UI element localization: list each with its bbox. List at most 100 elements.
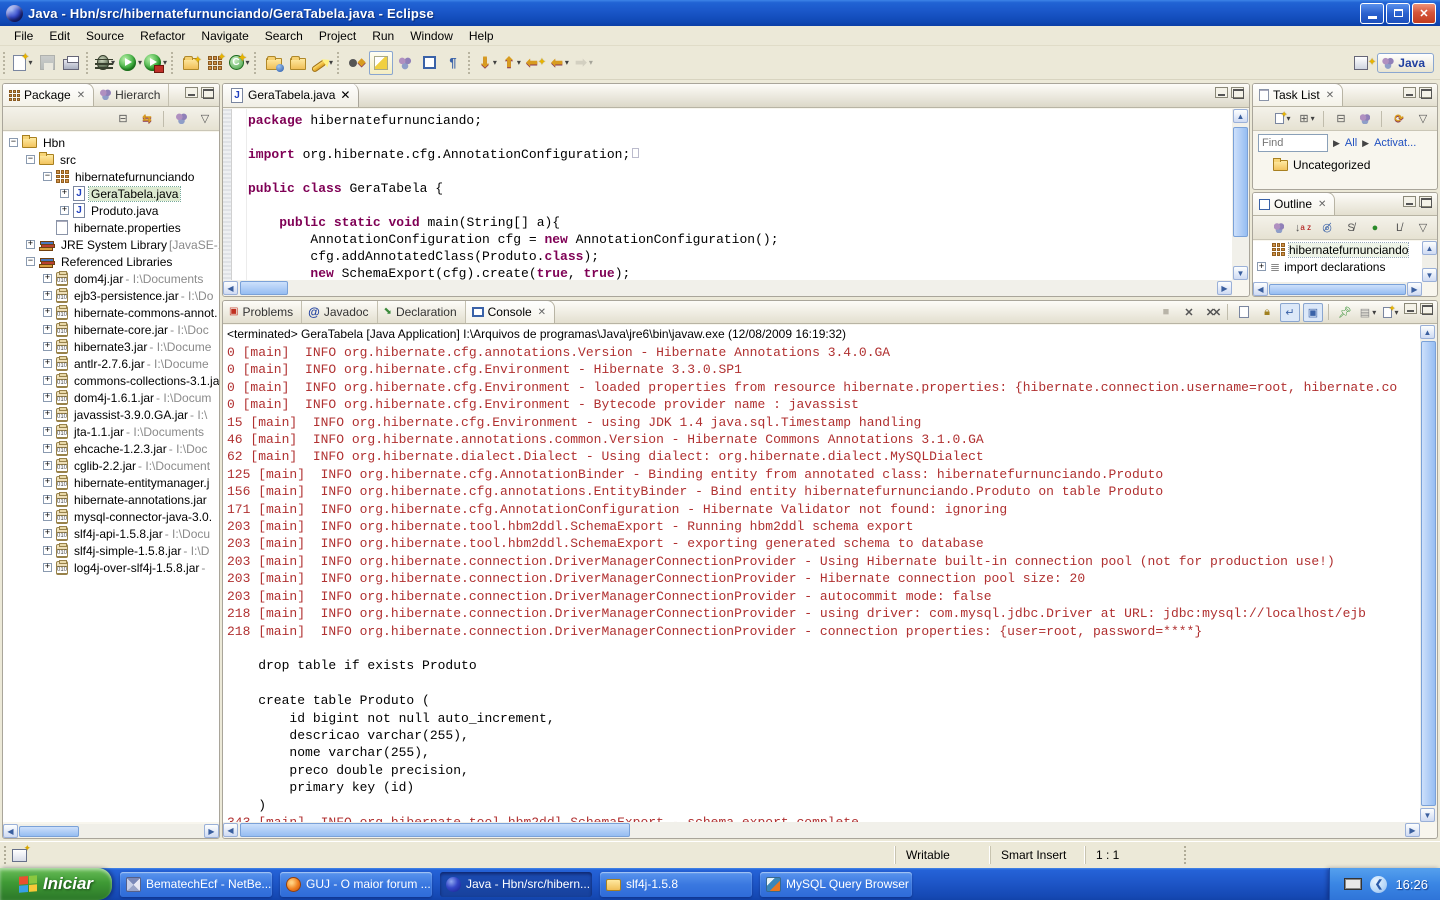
menu-project[interactable]: Project: [311, 27, 364, 45]
remove-launch-button[interactable]: ✕: [1179, 303, 1199, 322]
code-editor[interactable]: package hibernatefurnunciando;+import or…: [247, 109, 1249, 280]
tasklist-menu-button[interactable]: ▽: [1413, 109, 1433, 128]
minimize-outline-button[interactable]: [1403, 196, 1416, 207]
last-edit-arrow-button[interactable]: ⬅✦: [524, 51, 548, 75]
open-type-button[interactable]: [262, 51, 286, 75]
hide-fields-button[interactable]: ◎̸: [1317, 218, 1337, 237]
view-menu-button[interactable]: ▽: [195, 109, 215, 128]
expand-icon[interactable]: +: [1257, 262, 1266, 271]
java-perspective-button[interactable]: Java: [1377, 53, 1434, 73]
expand-icon[interactable]: +: [43, 410, 52, 419]
tree-item-ehcache-1-2-3-jar[interactable]: +ehcache-1.2.3.jar - I:\Doc: [3, 440, 219, 457]
maximize-view-button[interactable]: [201, 87, 214, 98]
start-button[interactable]: Iniciar: [0, 868, 112, 900]
outline-item-hibernatefurnunciando[interactable]: hibernatefurnunciando: [1253, 241, 1422, 258]
next-annotation-button[interactable]: ⬇▾: [476, 51, 500, 75]
tree-item-dom4j-jar[interactable]: +dom4j.jar - I:\Documents: [3, 270, 219, 287]
restore-button[interactable]: [1386, 3, 1410, 24]
expand-icon[interactable]: +: [43, 308, 52, 317]
terminate-button[interactable]: ■: [1156, 303, 1176, 322]
new-task-button[interactable]: ✦▾: [1273, 109, 1293, 128]
tab-javadoc[interactable]: @ Javadoc: [302, 300, 377, 323]
collapse-tasks-button[interactable]: ⊟: [1331, 109, 1351, 128]
clear-console-button[interactable]: [1234, 303, 1254, 322]
expand-icon[interactable]: +: [43, 393, 52, 402]
expand-icon[interactable]: +: [43, 291, 52, 300]
show-on-output-button[interactable]: ▣: [1303, 303, 1323, 322]
remove-all-terminated-button[interactable]: ✕✕: [1202, 303, 1222, 322]
hide-nonpublic-button[interactable]: ●: [1365, 218, 1385, 237]
mark-occurrences-button[interactable]: [369, 51, 393, 75]
collapse-icon[interactable]: −: [43, 172, 52, 181]
menu-run[interactable]: Run: [364, 27, 402, 45]
minimize-view-button[interactable]: [185, 87, 198, 98]
print-button[interactable]: [59, 51, 83, 75]
expand-icon[interactable]: +: [43, 274, 52, 283]
maximize-outline-button[interactable]: [1419, 196, 1432, 207]
expand-icon[interactable]: +: [43, 359, 52, 368]
taskbar-button-mysql[interactable]: MySQL Query Browser: [760, 872, 912, 897]
synchronize-button[interactable]: ⟳: [1389, 109, 1409, 128]
search-button[interactable]: ▾: [310, 51, 334, 75]
outline-item-import-declarations[interactable]: +≣import declarations: [1253, 258, 1422, 275]
keyboard-layout-icon[interactable]: [1344, 878, 1362, 890]
expand-icon[interactable]: +: [43, 427, 52, 436]
close-tab-icon[interactable]: ✕: [340, 88, 350, 102]
sort-button[interactable]: ↓a z: [1293, 218, 1313, 237]
tree-item-hibernate-entitymanager-j[interactable]: +hibernate-entitymanager.j: [3, 474, 219, 491]
last-edit-location-button[interactable]: ◆: [345, 51, 369, 75]
open-console-button[interactable]: ✦▾: [1381, 303, 1401, 322]
menu-refactor[interactable]: Refactor: [132, 27, 193, 45]
previous-annotation-button[interactable]: ⬆▾: [500, 51, 524, 75]
taskbar-button-firefox[interactable]: GUJ - O maior forum ...: [280, 872, 432, 897]
tree-item-antlr-2-7-6-jar[interactable]: +antlr-2.7.6.jar - I:\Docume: [3, 355, 219, 372]
expand-icon[interactable]: +: [43, 342, 52, 351]
run-external-tools-button[interactable]: ▾: [143, 51, 168, 75]
console-body[interactable]: <terminated> GeraTabela [Java Applicatio…: [223, 325, 1420, 822]
next-annotation-nav-button[interactable]: [393, 51, 417, 75]
tree-item-slf4j-simple-1-5-8-jar[interactable]: +slf4j-simple-1.5.8.jar - I:\D: [3, 542, 219, 559]
tree-item-commons-collections-3-1-ja[interactable]: +commons-collections-3.1.ja: [3, 372, 219, 389]
minimize-console-button[interactable]: [1404, 303, 1417, 314]
tree-item-dom4j-1-6-1-jar[interactable]: +dom4j-1.6.1.jar - I:\Docum: [3, 389, 219, 406]
expand-icon[interactable]: +: [43, 563, 52, 572]
tab-task-list[interactable]: Task List✕: [1253, 83, 1343, 106]
tree-item-hibernate-annotations-jar[interactable]: +hibernate-annotations.jar: [3, 491, 219, 508]
editor-vscrollbar[interactable]: ▲ ▼: [1232, 109, 1249, 280]
expand-icon[interactable]: +: [43, 325, 52, 334]
tree-item-cglib-2-2-jar[interactable]: +cglib-2.2.jar - I:\Document: [3, 457, 219, 474]
expand-icon[interactable]: +: [60, 206, 69, 215]
tree-item-produto-java[interactable]: +JProduto.java: [3, 202, 219, 219]
new-java-project-button[interactable]: ✦: [179, 51, 203, 75]
scope-activate-link[interactable]: Activat...: [1374, 137, 1416, 149]
taskbar-button-netbeans[interactable]: BematechEcf - NetBe...: [120, 872, 272, 897]
outline-hscrollbar[interactable]: ◀▶: [1253, 282, 1422, 296]
expand-icon[interactable]: +: [26, 240, 35, 249]
maximize-console-button[interactable]: [1420, 303, 1433, 314]
show-source-button[interactable]: [417, 51, 441, 75]
expand-icon[interactable]: +: [43, 512, 52, 521]
tab-declaration[interactable]: ⬊ Declaration: [378, 300, 466, 323]
tree-item-javassist-3-9-0-ga-jar[interactable]: +javassist-3.9.0.GA.jar - I:\: [3, 406, 219, 423]
tree-item-jre-system-library[interactable]: +JRE System Library [JavaSE-1.: [3, 236, 219, 253]
tab-package-explorer[interactable]: Package✕: [3, 83, 94, 106]
forward-button[interactable]: ➡▾: [572, 51, 596, 75]
tree-item-hibernatefurnunciando[interactable]: −hibernatefurnunciando: [3, 168, 219, 185]
new-wizard-button[interactable]: ✦▾: [11, 51, 35, 75]
task-filters-button[interactable]: [1355, 109, 1375, 128]
outline-vscrollbar[interactable]: ▲▼: [1422, 241, 1437, 282]
editor-hscrollbar[interactable]: ◀ ▶: [223, 280, 1232, 296]
tree-item-hibernate-commons-annot-[interactable]: +hibernate-commons-annot.: [3, 304, 219, 321]
menu-source[interactable]: Source: [78, 27, 132, 45]
run-button[interactable]: ▾: [118, 51, 143, 75]
collapse-icon[interactable]: −: [9, 138, 18, 147]
scope-all-link[interactable]: All: [1345, 137, 1357, 149]
word-wrap-button[interactable]: ↵: [1280, 303, 1300, 322]
new-java-class-button[interactable]: C✦▾: [227, 51, 251, 75]
collapse-icon[interactable]: −: [26, 155, 35, 164]
outline-menu-button[interactable]: ▽: [1413, 218, 1433, 237]
expand-icon[interactable]: +: [43, 478, 52, 487]
tree-item-hibernate-properties[interactable]: +hibernate.properties: [3, 219, 219, 236]
tree-item-ejb3-persistence-jar[interactable]: +ejb3-persistence.jar - I:\Do: [3, 287, 219, 304]
expand-icon[interactable]: +: [60, 189, 69, 198]
